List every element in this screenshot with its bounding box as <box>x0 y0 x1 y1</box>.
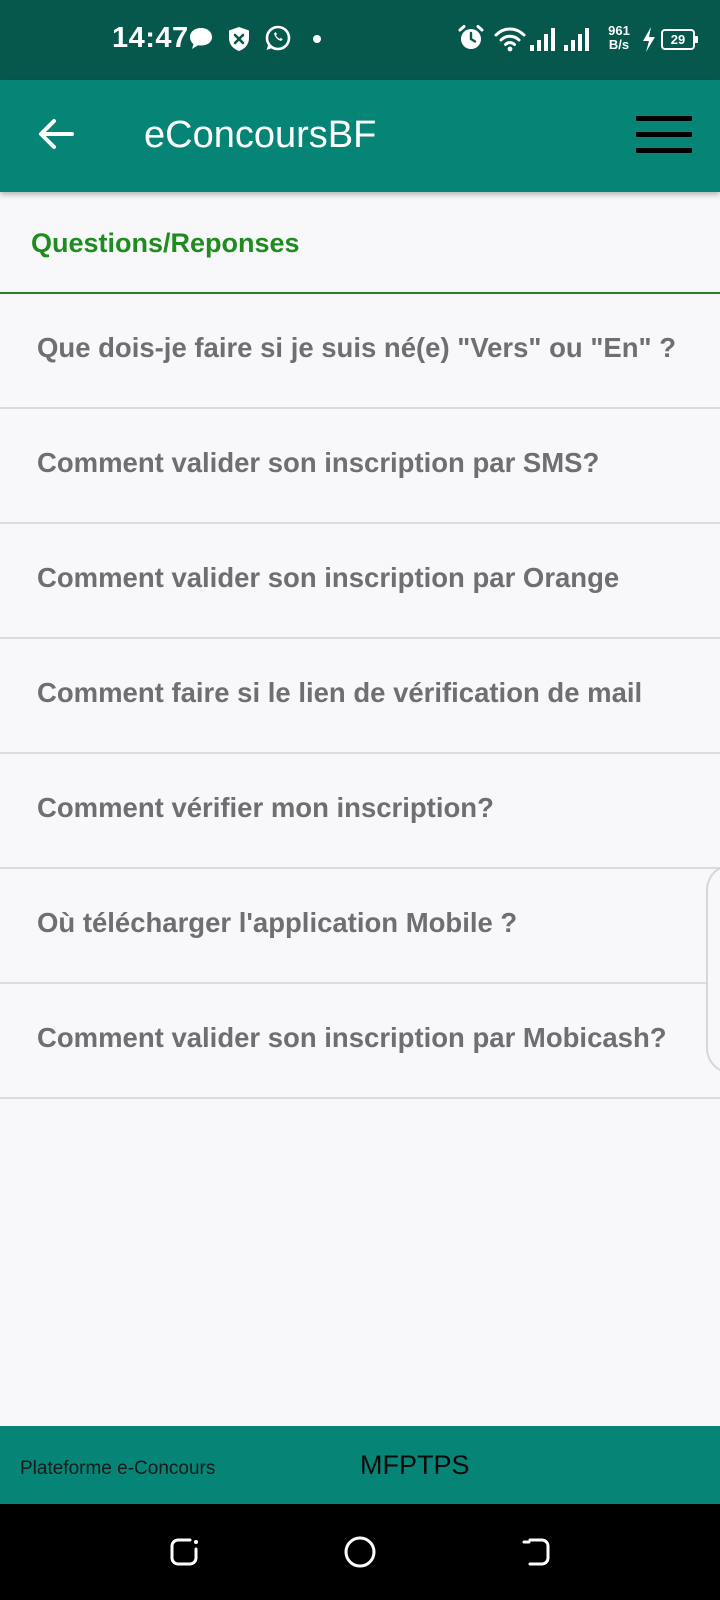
faq-item[interactable]: Que dois-je faire si je suis né(e) "Vers… <box>0 294 720 409</box>
home-icon[interactable] <box>342 1534 378 1570</box>
arrow-left-icon[interactable] <box>36 114 76 154</box>
battery-icon: 29 <box>661 29 698 50</box>
signal-icon <box>564 28 589 51</box>
whatsapp-icon <box>265 25 291 51</box>
network-speed-unit: B/s <box>608 37 630 52</box>
shield-icon <box>229 27 249 51</box>
faq-question: Comment faire si le lien de vérification… <box>37 677 643 708</box>
faq-list: Que dois-je faire si je suis né(e) "Vers… <box>0 294 720 1099</box>
faq-question: Que dois-je faire si je suis né(e) "Vers… <box>37 332 676 363</box>
back-nav-icon[interactable] <box>518 1534 554 1570</box>
dot-icon <box>313 35 321 43</box>
status-bar: 14:47 961 B/s 29 <box>0 0 720 80</box>
hamburger-menu-icon[interactable] <box>636 116 692 156</box>
recents-icon[interactable] <box>166 1534 202 1570</box>
faq-item[interactable]: Comment faire si le lien de vérification… <box>0 639 720 754</box>
faq-question: Comment valider son inscription par Mobi… <box>37 1022 667 1053</box>
edge-panel-handle[interactable] <box>706 864 720 1074</box>
section-header: Questions/Reponses <box>0 192 720 294</box>
alarm-icon <box>458 25 484 49</box>
app-bar: eConcoursBF <box>0 80 720 192</box>
footer-ministry-label: MFPTPS <box>360 1450 470 1480</box>
section-title: Questions/Reponses <box>31 228 300 258</box>
network-speed: 961 B/s <box>604 24 634 52</box>
chat-bubble-icon <box>190 28 212 49</box>
faq-item[interactable]: Où télécharger l'application Mobile ? <box>0 869 720 984</box>
app-title: eConcoursBF <box>144 114 377 156</box>
faq-item[interactable]: Comment valider son inscription par Oran… <box>0 524 720 639</box>
faq-question: Comment valider son inscription par Oran… <box>37 562 620 593</box>
faq-question: Comment valider son inscription par SMS? <box>37 447 600 478</box>
faq-item[interactable]: Comment valider son inscription par SMS? <box>0 409 720 524</box>
footer: Plateforme e-Concours MFPTPS <box>0 1426 720 1504</box>
faq-item[interactable]: Comment vérifier mon inscription? <box>0 754 720 869</box>
network-speed-value: 961 <box>608 23 630 38</box>
footer-platform-label: Plateforme e-Concours <box>20 1458 216 1479</box>
system-nav-bar <box>0 1504 720 1600</box>
wifi-icon <box>494 27 526 52</box>
status-time: 14:47 <box>112 22 189 54</box>
charging-icon <box>643 27 655 52</box>
faq-item[interactable]: Comment valider son inscription par Mobi… <box>0 984 720 1099</box>
faq-question: Où télécharger l'application Mobile ? <box>37 907 518 938</box>
signal-icon <box>530 28 555 51</box>
faq-question: Comment vérifier mon inscription? <box>37 792 494 823</box>
